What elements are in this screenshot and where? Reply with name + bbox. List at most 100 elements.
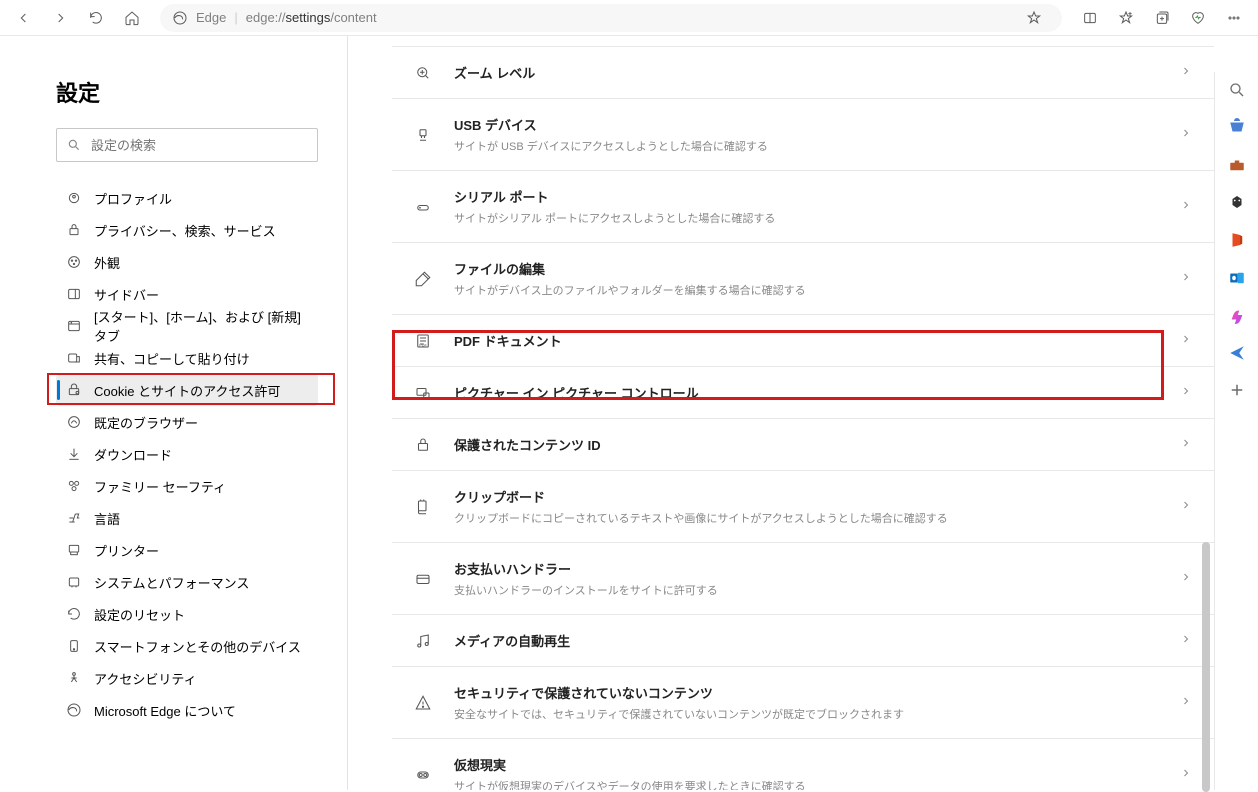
permission-row-11[interactable]: 仮想現実サイトが仮想現実のデバイスやデータの使用を要求したときに確認する xyxy=(392,739,1214,790)
chevron-right-icon xyxy=(1180,632,1192,650)
split-screen-button[interactable] xyxy=(1074,2,1106,34)
nav-label: 既定のブラウザー xyxy=(94,413,198,432)
rail-send-icon[interactable] xyxy=(1227,343,1247,363)
refresh-button[interactable] xyxy=(80,2,112,34)
permission-row-1[interactable]: USB デバイスサイトが USB デバイスにアクセスしようとした場合に確認する xyxy=(392,99,1214,171)
permission-icon: PDF xyxy=(414,332,432,350)
nav-icon xyxy=(66,350,82,366)
rail-games-icon[interactable] xyxy=(1227,193,1247,213)
forward-button[interactable] xyxy=(44,2,76,34)
nav-icon xyxy=(66,574,82,590)
permission-body: クリップボードクリップボードにコピーされているテキストや画像にサイトがアクセスし… xyxy=(454,487,1158,526)
nav-icon xyxy=(66,414,82,430)
permission-title: シリアル ポート xyxy=(454,187,1158,206)
rail-tools-icon[interactable] xyxy=(1227,155,1247,175)
nav-label: [スタート]、[ホーム]、および [新規] タブ xyxy=(94,307,308,345)
chevron-right-icon xyxy=(1180,384,1192,402)
permission-icon xyxy=(414,570,432,588)
permission-title: ファイルの編集 xyxy=(454,259,1158,278)
permission-body: ズーム レベル xyxy=(454,63,1158,82)
permission-row-10[interactable]: セキュリティで保護されていないコンテンツ安全なサイトでは、セキュリティで保護され… xyxy=(392,667,1214,739)
nav-item-8[interactable]: ダウンロード xyxy=(56,438,318,470)
nav-item-3[interactable]: サイドバー xyxy=(56,278,318,310)
nav-label: サイドバー xyxy=(94,285,159,304)
settings-search-input[interactable] xyxy=(91,138,307,153)
svg-text:PDF: PDF xyxy=(419,343,427,347)
permission-icon xyxy=(414,64,432,82)
rail-add-button[interactable] xyxy=(1227,381,1247,401)
nav-icon xyxy=(66,446,82,462)
chevron-right-icon xyxy=(1180,766,1192,784)
nav-icon xyxy=(66,542,82,558)
nav-item-10[interactable]: 言語 xyxy=(56,502,318,534)
health-button[interactable] xyxy=(1182,2,1214,34)
permission-row-6[interactable]: 保護されたコンテンツ ID xyxy=(392,419,1214,471)
permission-row-9[interactable]: メディアの自動再生 xyxy=(392,615,1214,667)
nav-item-14[interactable]: スマートフォンとその他のデバイス xyxy=(56,630,318,662)
permission-title: メディアの自動再生 xyxy=(454,631,1158,650)
nav-item-1[interactable]: プライバシー、検索、サービス xyxy=(56,214,318,246)
rail-designer-icon[interactable] xyxy=(1227,305,1247,325)
permission-icon xyxy=(414,270,432,288)
rail-search-icon[interactable] xyxy=(1227,80,1247,100)
chevron-right-icon xyxy=(1180,694,1192,712)
nav-item-6[interactable]: Cookie とサイトのアクセス許可 xyxy=(56,374,318,406)
permission-row-3[interactable]: ファイルの編集サイトがデバイス上のファイルやフォルダーを編集する場合に確認する xyxy=(392,243,1214,315)
settings-sidebar: 設定 プロファイルプライバシー、検索、サービス外観サイドバー[スタート]、[ホー… xyxy=(0,36,348,790)
collections-button[interactable] xyxy=(1146,2,1178,34)
nav-item-15[interactable]: アクセシビリティ xyxy=(56,662,318,694)
address-source-label: Edge xyxy=(196,10,226,25)
favorite-star-button[interactable] xyxy=(1018,2,1050,34)
scrollbar-thumb[interactable] xyxy=(1202,542,1210,792)
content-scrollbar[interactable] xyxy=(1200,72,1212,790)
permission-icon xyxy=(414,384,432,402)
permission-row-7[interactable]: クリップボードクリップボードにコピーされているテキストや画像にサイトがアクセスし… xyxy=(392,471,1214,543)
permission-icon xyxy=(414,766,432,784)
permission-title: 仮想現実 xyxy=(454,755,1158,774)
permission-row-4[interactable]: PDFPDF ドキュメント xyxy=(392,315,1214,367)
nav-item-2[interactable]: 外観 xyxy=(56,246,318,278)
nav-item-11[interactable]: プリンター xyxy=(56,534,318,566)
permission-row-5[interactable]: ピクチャー イン ピクチャー コントロール xyxy=(392,367,1214,419)
settings-search-box[interactable] xyxy=(56,128,318,162)
permission-desc: サイトがシリアル ポートにアクセスしようとした場合に確認する xyxy=(454,210,1158,226)
address-bar[interactable]: Edge | edge://settings/content xyxy=(160,4,1062,32)
edge-logo-icon xyxy=(172,10,188,26)
nav-label: Microsoft Edge について xyxy=(94,701,236,720)
home-button[interactable] xyxy=(116,2,148,34)
nav-label: システムとパフォーマンス xyxy=(94,573,249,592)
permission-body: セキュリティで保護されていないコンテンツ安全なサイトでは、セキュリティで保護され… xyxy=(454,683,1158,722)
permission-icon xyxy=(414,632,432,650)
rail-outlook-icon[interactable] xyxy=(1227,268,1247,288)
chevron-right-icon xyxy=(1180,64,1192,82)
nav-label: ダウンロード xyxy=(94,445,172,464)
permission-body: お支払いハンドラー支払いハンドラーのインストールをサイトに許可する xyxy=(454,559,1158,598)
rail-shopping-icon[interactable] xyxy=(1227,118,1247,138)
back-button[interactable] xyxy=(8,2,40,34)
nav-label: プリンター xyxy=(94,541,159,560)
copilot-button[interactable] xyxy=(1220,4,1252,32)
nav-item-16[interactable]: Microsoft Edge について xyxy=(56,694,318,726)
rail-office-icon[interactable] xyxy=(1227,230,1247,250)
nav-item-7[interactable]: 既定のブラウザー xyxy=(56,406,318,438)
permission-body: 保護されたコンテンツ ID xyxy=(454,435,1158,454)
nav-item-13[interactable]: 設定のリセット xyxy=(56,598,318,630)
permission-desc: クリップボードにコピーされているテキストや画像にサイトがアクセスしようとした場合… xyxy=(454,510,1158,526)
permission-body: ピクチャー イン ピクチャー コントロール xyxy=(454,383,1158,402)
permission-row-0[interactable]: ズーム レベル xyxy=(392,47,1214,99)
nav-item-5[interactable]: 共有、コピーして貼り付け xyxy=(56,342,318,374)
nav-icon xyxy=(66,286,82,302)
favorites-button[interactable] xyxy=(1110,2,1142,34)
nav-icon xyxy=(66,318,82,334)
nav-item-0[interactable]: プロファイル xyxy=(56,182,318,214)
nav-item-9[interactable]: ファミリー セーフティ xyxy=(56,470,318,502)
nav-item-12[interactable]: システムとパフォーマンス xyxy=(56,566,318,598)
permission-body: USB デバイスサイトが USB デバイスにアクセスしようとした場合に確認する xyxy=(454,115,1158,154)
nav-label: 共有、コピーして貼り付け xyxy=(94,349,250,368)
permission-row-2[interactable]: シリアル ポートサイトがシリアル ポートにアクセスしようとした場合に確認する xyxy=(392,171,1214,243)
nav-item-4[interactable]: [スタート]、[ホーム]、および [新規] タブ xyxy=(56,310,318,342)
chevron-right-icon xyxy=(1180,198,1192,216)
permission-row-8[interactable]: お支払いハンドラー支払いハンドラーのインストールをサイトに許可する xyxy=(392,543,1214,615)
nav-icon xyxy=(66,190,82,206)
chevron-right-icon xyxy=(1180,570,1192,588)
